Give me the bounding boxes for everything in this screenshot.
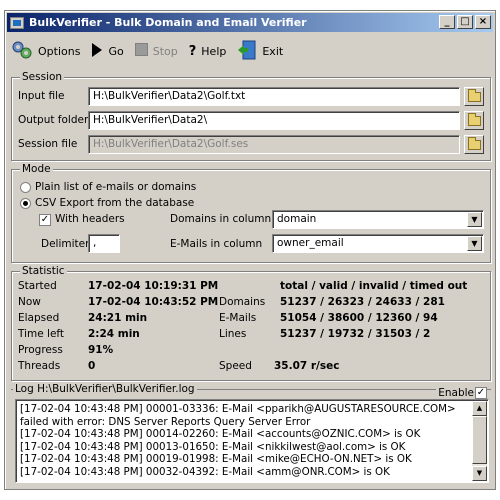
title-bar[interactable]: BulkVerifier - Bulk Domain and Email Ver…: [7, 13, 493, 32]
statistic-legend: Statistic: [20, 265, 67, 277]
exit-button[interactable]: Exit: [237, 40, 283, 63]
threads-label: Threads: [18, 360, 61, 372]
domains-stat-value: 51237 / 26323 / 24633 / 281: [280, 296, 445, 308]
with-headers-label[interactable]: With headers: [55, 213, 125, 225]
now-value: 17-02-04 10:43:52 PM: [88, 296, 219, 308]
log-line: [17-02-04 10:43:48 PM] 00032-04392: E-Ma…: [20, 465, 390, 478]
minimize-button[interactable]: _: [439, 15, 455, 29]
question-mark-icon: ?: [188, 43, 197, 59]
log-lines: [17-02-04 10:43:48 PM] 00001-03336: E-Ma…: [20, 403, 470, 478]
stats-column-header: total / valid / invalid / timed out: [280, 280, 468, 292]
input-file-label: Input file: [18, 90, 65, 102]
started-value: 17-02-04 10:19:31 PM: [88, 280, 219, 292]
help-button[interactable]: ? Help: [189, 44, 227, 59]
scroll-up-icon[interactable]: ▲: [472, 401, 487, 416]
domains-stat-label: Domains: [219, 296, 266, 308]
speed-value: 35.07 r/sec: [274, 360, 340, 372]
csv-export-label[interactable]: CSV Export from the database: [35, 197, 194, 209]
emails-stat-label: E-Mails: [219, 312, 257, 324]
stop-label: Stop: [152, 44, 178, 58]
app-icon: [10, 16, 24, 29]
options-label: Options: [38, 44, 81, 58]
mode-group: Mode Plain list of e-mails or domains CS…: [11, 163, 491, 263]
toolbar: Options Go Stop ? Help Exit: [11, 37, 294, 65]
session-file-browse-button[interactable]: [464, 135, 484, 154]
stop-button[interactable]: Stop: [134, 43, 178, 59]
enable-label: Enable: [438, 387, 474, 399]
speed-label: Speed: [219, 360, 252, 372]
log-textarea[interactable]: [17-02-04 10:43:48 PM] 00001-03336: E-Ma…: [15, 399, 489, 483]
domains-column-value: domain: [277, 213, 317, 225]
time-left-label: Time left: [18, 328, 65, 340]
emails-column-value: owner_email: [277, 237, 344, 249]
log-legend: Log H:\BulkVerifier\BulkVerifier.log: [13, 383, 197, 395]
session-file-label: Session file: [18, 138, 78, 150]
log-enable-toggle[interactable]: Enable ✓: [436, 387, 487, 399]
session-legend: Session: [20, 71, 65, 83]
domains-column-select[interactable]: domain ▼: [272, 210, 484, 229]
plain-list-label[interactable]: Plain list of e-mails or domains: [35, 181, 196, 193]
scroll-down-icon[interactable]: ▼: [472, 466, 487, 481]
lines-stat-label: Lines: [219, 328, 247, 340]
lines-stat-value: 51237 / 19732 / 31503 / 2: [280, 328, 431, 340]
output-folder-label: Output folder: [18, 114, 89, 126]
emails-column-select[interactable]: owner_email ▼: [272, 234, 484, 253]
elapsed-value: 24:21 min: [88, 312, 148, 324]
progress-label: Progress: [18, 344, 63, 356]
enable-checkbox[interactable]: ✓: [475, 387, 487, 399]
go-label: Go: [108, 44, 124, 58]
caption-buttons: _ □ ×: [439, 15, 491, 29]
domains-column-label: Domains in column: [170, 213, 272, 225]
delimiter-field[interactable]: ,: [88, 234, 120, 253]
emails-stat-value: 51054 / 38600 / 12360 / 94: [280, 312, 438, 324]
go-button[interactable]: Go: [91, 42, 124, 61]
with-headers-checkbox[interactable]: ✓: [39, 214, 51, 226]
log-line: [17-02-04 10:43:48 PM] 00013-01650: E-Ma…: [20, 440, 406, 453]
folder-icon: [467, 112, 481, 126]
chevron-down-icon[interactable]: ▼: [467, 236, 482, 251]
session-group: Session Input file H:\BulkVerifier\Data2…: [11, 71, 491, 161]
statistic-group: Statistic Started 17-02-04 10:19:31 PM N…: [11, 265, 491, 381]
started-label: Started: [18, 280, 57, 292]
log-line: [17-02-04 10:43:48 PM] 00014-02260: E-Ma…: [20, 428, 421, 440]
window-title: BulkVerifier - Bulk Domain and Email Ver…: [29, 16, 307, 29]
log-line: [17-02-04 10:43:48 PM] 00001-03336: E-Ma…: [20, 403, 456, 428]
time-left-value: 2:24 min: [88, 328, 140, 340]
stop-icon: [134, 43, 148, 59]
help-label: Help: [201, 44, 227, 58]
input-file-browse-button[interactable]: [464, 87, 484, 106]
output-folder-field[interactable]: H:\BulkVerifier\Data2\: [88, 111, 460, 130]
log-line: [17-02-04 10:43:48 PM] 00019-01998: E-Ma…: [20, 453, 412, 465]
log-scrollbar[interactable]: ▲ ▼: [472, 401, 487, 481]
progress-value: 91%: [88, 344, 114, 356]
chevron-down-icon[interactable]: ▼: [467, 212, 482, 227]
plain-list-radio[interactable]: [20, 182, 31, 193]
emails-column-label: E-Mails in column: [170, 238, 263, 250]
options-button[interactable]: Options: [11, 40, 80, 63]
threads-value: 0: [88, 360, 96, 372]
csv-export-radio[interactable]: [20, 198, 31, 209]
folder-icon: [467, 88, 481, 102]
delimiter-label: Delimiter: [41, 238, 90, 250]
output-folder-browse-button[interactable]: [464, 111, 484, 130]
mode-legend: Mode: [20, 163, 53, 175]
exit-label: Exit: [262, 44, 284, 58]
main-window: BulkVerifier - Bulk Domain and Email Ver…: [4, 10, 496, 490]
maximize-button[interactable]: □: [457, 15, 473, 29]
exit-door-icon: [237, 40, 257, 63]
elapsed-label: Elapsed: [18, 312, 60, 324]
now-label: Now: [18, 296, 41, 308]
close-button[interactable]: ×: [475, 15, 491, 29]
scroll-thumb[interactable]: [472, 416, 487, 464]
input-file-field[interactable]: H:\BulkVerifier\Data2\Golf.txt: [88, 87, 460, 106]
folder-icon: [467, 136, 481, 150]
play-icon: [91, 42, 103, 61]
gears-icon: [11, 40, 33, 63]
session-file-field[interactable]: H:\BulkVerifier\Data2\Golf.ses: [88, 135, 460, 154]
